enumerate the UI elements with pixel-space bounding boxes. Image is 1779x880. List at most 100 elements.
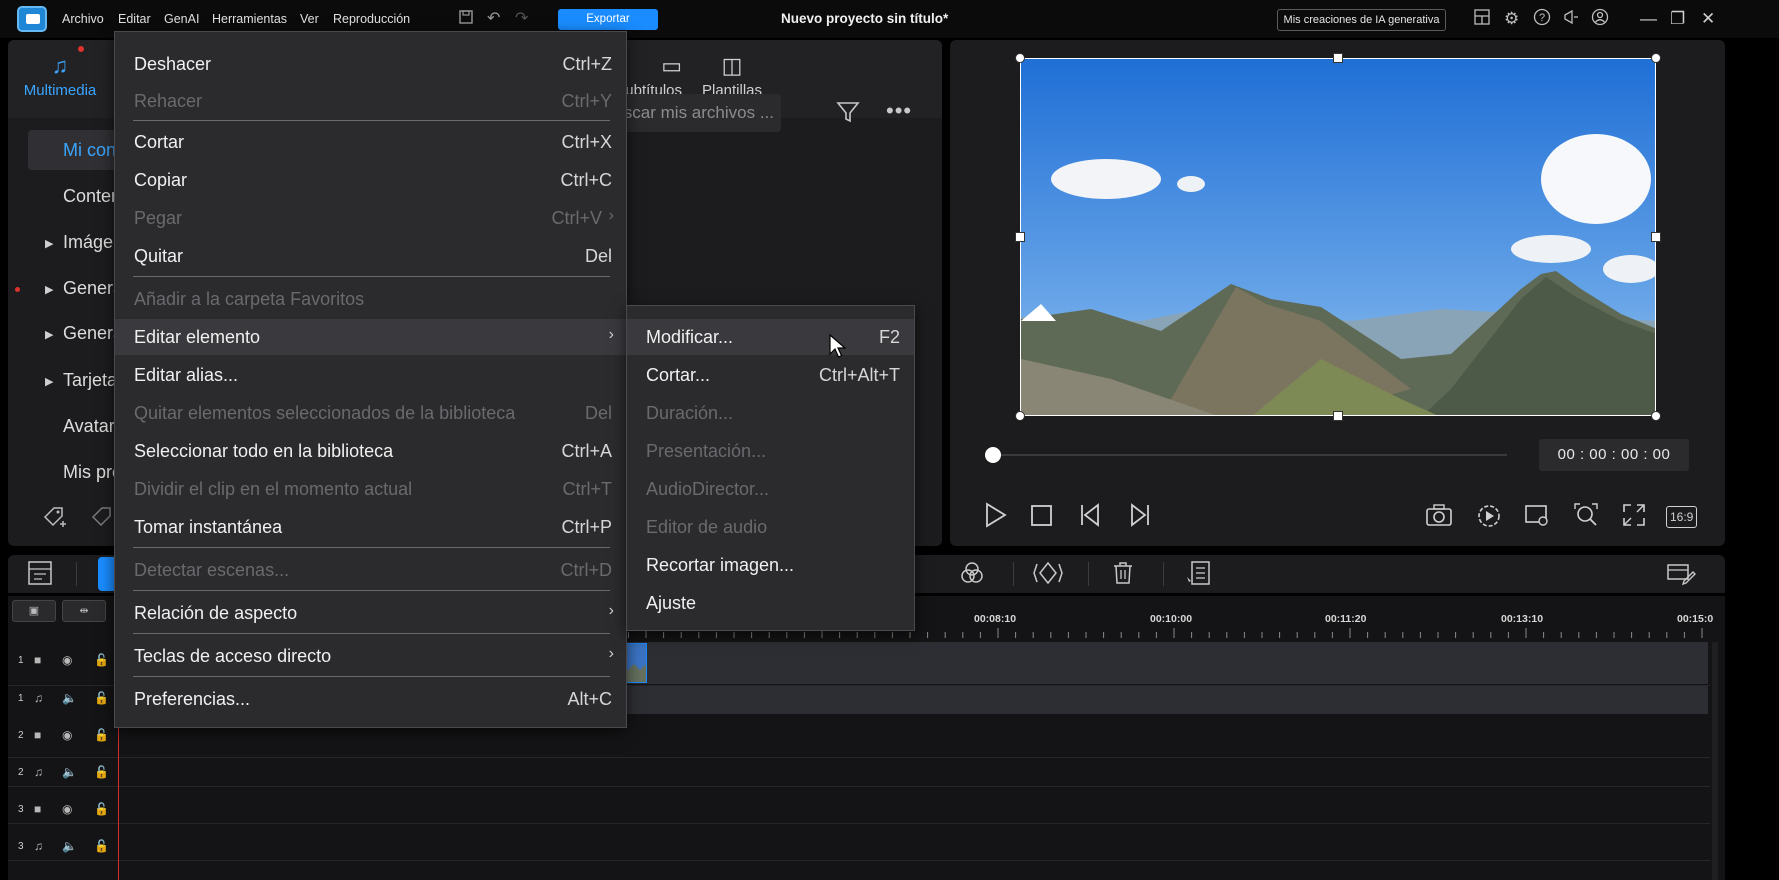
- lock-icon[interactable]: 🔓: [94, 802, 109, 816]
- submenu-item-recortar-imagen[interactable]: Recortar imagen...: [627, 547, 914, 583]
- menu-item-tomar-instantanea[interactable]: Tomar instantánea Ctrl+P: [115, 509, 626, 545]
- color-blend-icon[interactable]: [958, 559, 986, 595]
- lock-icon[interactable]: 🔓: [94, 653, 109, 667]
- timeline-edit-icon[interactable]: [1666, 559, 1696, 595]
- notification-megaphone-icon[interactable]: [1562, 8, 1580, 32]
- preview-mountain-image[interactable]: [1020, 58, 1656, 416]
- menu-item-preferencias[interactable]: Preferencias... Alt+C: [115, 681, 626, 717]
- preview-scrubber-track[interactable]: [990, 454, 1507, 456]
- svg-text:?: ?: [1539, 12, 1545, 24]
- mute-speaker-icon[interactable]: 🔈: [62, 691, 77, 705]
- expand-arrow-icon[interactable]: ▶: [45, 283, 53, 296]
- submenu-item-audiodirector: AudioDirector...: [627, 471, 914, 507]
- toolbar-divider: [1013, 562, 1014, 586]
- video-clip-thumbnail[interactable]: [625, 643, 647, 683]
- visibility-eye-icon[interactable]: ◉: [62, 802, 72, 816]
- expand-arrow-icon[interactable]: ▶: [45, 375, 53, 388]
- visibility-eye-icon[interactable]: ◉: [62, 728, 72, 742]
- audio-track-icon[interactable]: ♫: [34, 839, 43, 853]
- help-icon[interactable]: ?: [1533, 8, 1551, 32]
- snapshot-camera-icon[interactable]: [1425, 501, 1453, 537]
- keyframe-icon[interactable]: [1032, 559, 1064, 595]
- previous-frame-icon[interactable]: [1078, 501, 1104, 537]
- mute-speaker-icon[interactable]: 🔈: [62, 765, 77, 779]
- expand-arrow-icon[interactable]: ▶: [45, 237, 53, 250]
- expand-arrow-icon[interactable]: ▶: [45, 328, 53, 341]
- play-icon[interactable]: [982, 501, 1008, 537]
- add-tag-icon[interactable]: [42, 505, 68, 537]
- resize-handle-top-left[interactable]: [1015, 53, 1025, 63]
- minimize-icon[interactable]: —: [1640, 8, 1657, 30]
- menu-item-quitar[interactable]: Quitar Del: [115, 238, 626, 274]
- zoom-fit-icon[interactable]: [1572, 501, 1600, 537]
- preview-timecode[interactable]: 00 : 00 : 00 : 00: [1539, 439, 1689, 471]
- menu-editar[interactable]: Editar: [118, 12, 151, 26]
- preview-scrubber-knob[interactable]: [985, 447, 1001, 463]
- menu-herramientas[interactable]: Herramientas: [212, 12, 287, 26]
- lock-icon[interactable]: 🔓: [94, 728, 109, 742]
- account-icon[interactable]: [1591, 8, 1609, 32]
- audio-track-icon[interactable]: ♫: [34, 765, 43, 779]
- timeline-storyboard-icon[interactable]: [26, 559, 54, 595]
- filter-icon[interactable]: [835, 99, 861, 132]
- submenu-item-label: Cortar...: [646, 365, 711, 385]
- submenu-item-modificar[interactable]: Modificar... F2: [627, 319, 914, 355]
- resize-handle-bottom-right[interactable]: [1651, 411, 1661, 421]
- timeline-tool-active[interactable]: [98, 557, 114, 591]
- redo-icon[interactable]: ↷: [515, 9, 528, 29]
- edit-list-icon[interactable]: [1185, 559, 1213, 595]
- video-track-icon[interactable]: ■: [34, 802, 41, 816]
- video-track-icon[interactable]: ■: [34, 653, 41, 667]
- menu-item-teclas-acceso[interactable]: Teclas de acceso directo ›: [115, 638, 626, 674]
- stop-icon[interactable]: [1030, 501, 1054, 537]
- tab-multimedia[interactable]: ♫ Multimedia: [18, 52, 102, 99]
- fullscreen-icon[interactable]: [1620, 501, 1648, 537]
- save-icon[interactable]: [458, 9, 474, 31]
- track-manager-button[interactable]: ▣: [12, 600, 56, 622]
- video-track-icon[interactable]: ■: [34, 728, 41, 742]
- resize-handle-top[interactable]: [1333, 53, 1343, 63]
- menu-ver[interactable]: Ver: [300, 12, 319, 26]
- menu-item-cortar[interactable]: Cortar Ctrl+X: [115, 124, 626, 160]
- aspect-ratio-button[interactable]: 16:9: [1666, 506, 1698, 528]
- menu-archivo[interactable]: Archivo: [62, 12, 104, 26]
- close-icon[interactable]: ✕: [1701, 8, 1715, 30]
- resize-handle-bottom-left[interactable]: [1015, 411, 1025, 421]
- menu-item-relacion-aspecto[interactable]: Relación de aspecto ›: [115, 595, 626, 631]
- lock-icon[interactable]: 🔓: [94, 691, 109, 705]
- visibility-eye-icon[interactable]: ◉: [62, 653, 72, 667]
- menu-item-editar-alias[interactable]: Editar alias...: [115, 357, 626, 393]
- ai-creations-button[interactable]: Mis creaciones de IA generativa: [1277, 9, 1446, 31]
- delete-trash-icon[interactable]: [1110, 559, 1136, 595]
- settings-gear-icon[interactable]: ⚙: [1504, 8, 1519, 30]
- lock-icon[interactable]: 🔓: [94, 839, 109, 853]
- fit-timeline-button[interactable]: ⇹: [62, 600, 106, 622]
- submenu-item-ajuste[interactable]: Ajuste: [627, 585, 914, 621]
- resize-handle-right[interactable]: [1651, 232, 1661, 242]
- more-options-icon[interactable]: •••: [886, 98, 912, 124]
- menu-item-seleccionar-todo[interactable]: Seleccionar todo en la biblioteca Ctrl+A: [115, 433, 626, 469]
- preview-settings-icon[interactable]: [1523, 501, 1551, 537]
- menu-item-label: Copiar: [134, 170, 188, 190]
- menu-reproduccion[interactable]: Reproducción: [333, 12, 410, 26]
- menu-genai[interactable]: GenAI: [164, 12, 199, 26]
- menu-item-copiar[interactable]: Copiar Ctrl+C: [115, 162, 626, 198]
- restore-icon[interactable]: ❐: [1670, 8, 1685, 30]
- export-button[interactable]: Exportar: [558, 9, 658, 30]
- menu-item-editar-elemento[interactable]: Editar elemento ›: [115, 319, 626, 355]
- lock-icon[interactable]: 🔓: [94, 765, 109, 779]
- mute-speaker-icon[interactable]: 🔈: [62, 839, 77, 853]
- resize-handle-top-right[interactable]: [1651, 53, 1661, 63]
- timeline-vertical-scrollbar[interactable]: [1712, 642, 1718, 880]
- audio-track-icon[interactable]: ♫: [34, 691, 43, 705]
- tab-plantillas[interactable]: ◫ Plantillas: [694, 52, 770, 99]
- menu-item-deshacer[interactable]: Deshacer Ctrl+Z: [115, 46, 626, 82]
- tag-icon[interactable]: [90, 505, 116, 537]
- next-frame-icon[interactable]: [1126, 501, 1152, 537]
- playback-speed-icon[interactable]: [1475, 501, 1503, 537]
- undo-icon[interactable]: ↶: [487, 9, 500, 29]
- layout-icon[interactable]: [1473, 8, 1491, 32]
- submenu-item-cortar[interactable]: Cortar... Ctrl+Alt+T: [627, 357, 914, 393]
- resize-handle-left[interactable]: [1015, 232, 1025, 242]
- resize-handle-bottom[interactable]: [1333, 411, 1343, 421]
